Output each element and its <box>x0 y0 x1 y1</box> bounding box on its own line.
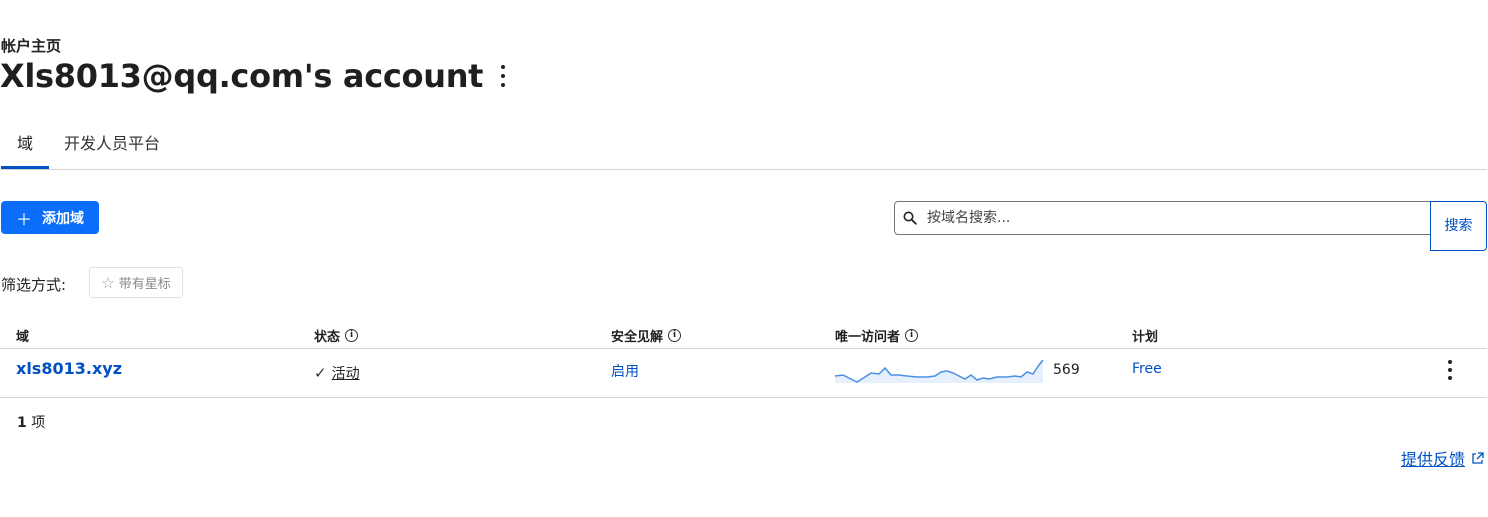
security-insights-link[interactable]: 启用 <box>611 361 639 381</box>
column-header-domain-label: 域 <box>16 330 30 345</box>
tab-developer-platform[interactable]: 开发人员平台 <box>64 124 160 168</box>
item-count-unit: 项 <box>31 415 46 431</box>
table-header: 域 状态 i 安全见解 i 唯一访问者 i 计划 <box>0 318 1487 349</box>
search-box <box>894 201 1431 235</box>
info-icon[interactable]: i <box>668 329 682 342</box>
plan-link[interactable]: Free <box>1132 361 1162 377</box>
item-count-number: 1 <box>17 415 27 431</box>
column-header-status[interactable]: 状态 i <box>314 326 359 345</box>
account-menu-kebab-icon[interactable] <box>497 63 509 89</box>
row-actions-kebab-icon[interactable] <box>1446 360 1454 380</box>
visitors-sparkline <box>835 359 1044 383</box>
status-cell: ✓ 活动 <box>314 363 360 383</box>
external-link-icon <box>1471 451 1484 465</box>
search-icon <box>903 208 923 228</box>
page-title: Xls8013@qq.com's account <box>0 57 484 95</box>
column-header-plan[interactable]: 计划 <box>1132 326 1158 345</box>
item-count: 1 项 <box>17 412 45 432</box>
info-icon[interactable]: i <box>905 329 919 342</box>
tab-domains[interactable]: 域 <box>1 124 49 169</box>
column-header-visitors-label: 唯一访问者 <box>835 330 901 345</box>
status-text[interactable]: 活动 <box>332 363 360 383</box>
visitors-cell: 569 <box>835 357 1080 383</box>
filter-label: 筛选方式: <box>1 276 67 294</box>
starred-filter-button[interactable]: ☆ 带有星标 <box>89 267 183 298</box>
account-home-page: 帐户主页 Xls8013@qq.com's account 域 开发人员平台 ＋… <box>0 0 1488 517</box>
plus-icon: ＋ <box>15 209 32 229</box>
domain-search-input[interactable] <box>925 209 1409 227</box>
add-domain-button[interactable]: ＋ 添加域 <box>1 201 99 234</box>
title-row: Xls8013@qq.com's account <box>0 56 509 96</box>
breadcrumb[interactable]: 帐户主页 <box>1 35 61 56</box>
column-header-visitors[interactable]: 唯一访问者 i <box>835 326 919 345</box>
star-icon: ☆ <box>101 273 115 292</box>
domain-link[interactable]: xls8013.xyz <box>16 359 122 378</box>
column-header-security-label: 安全见解 <box>611 330 664 345</box>
info-icon[interactable]: i <box>345 329 359 342</box>
tab-bar: 域 开发人员平台 <box>0 124 1487 170</box>
feedback-link[interactable]: 提供反馈 <box>1401 446 1484 470</box>
search-button[interactable]: 搜索 <box>1430 201 1487 251</box>
feedback-label: 提供反馈 <box>1401 450 1466 469</box>
check-icon: ✓ <box>314 364 327 382</box>
column-header-plan-label: 计划 <box>1132 330 1159 345</box>
add-domain-label: 添加域 <box>42 210 84 227</box>
column-header-status-label: 状态 <box>314 330 341 345</box>
visitors-count: 569 <box>1053 362 1080 378</box>
column-header-security[interactable]: 安全见解 i <box>611 326 682 345</box>
column-header-domain[interactable]: 域 <box>16 326 29 345</box>
table-row: xls8013.xyz ✓ 活动 启用 569 Free <box>0 349 1487 398</box>
starred-filter-label: 带有星标 <box>118 277 171 292</box>
